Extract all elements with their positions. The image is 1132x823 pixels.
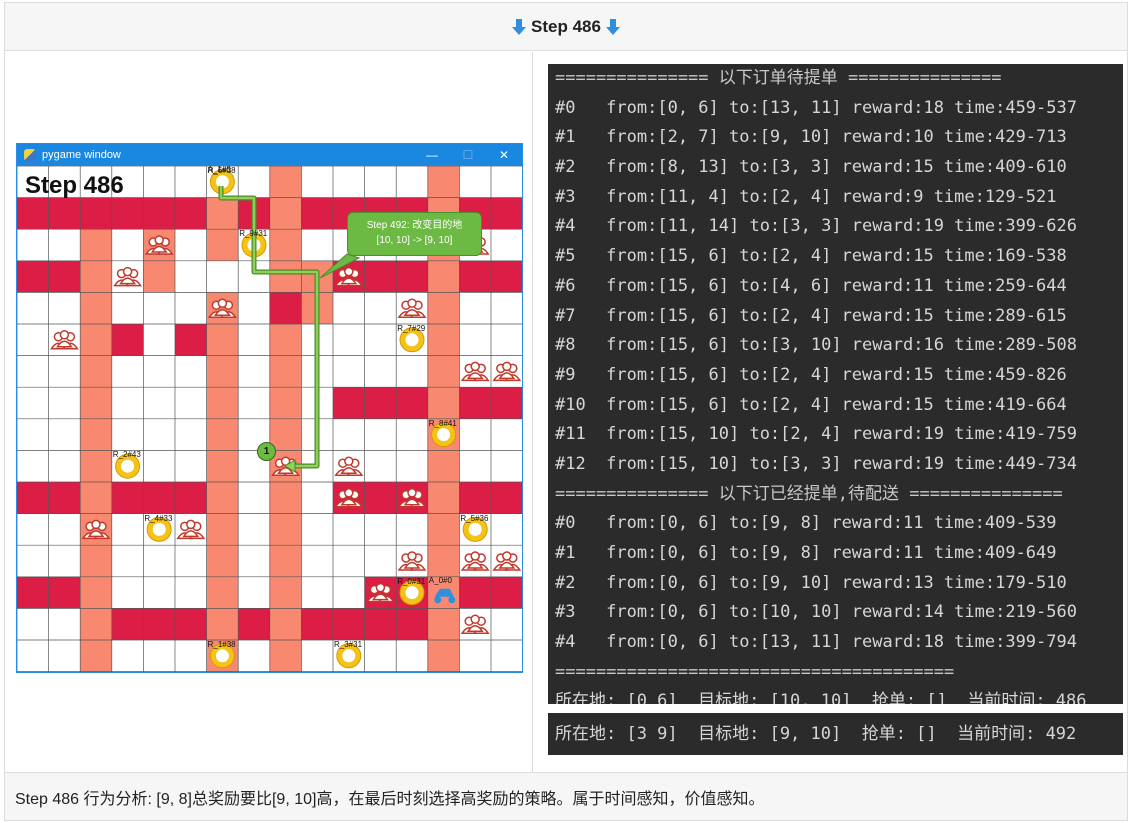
restaurant-label: R_3#31 xyxy=(334,640,363,649)
console-line: #12 from:[15, 10] to:[3, 3] reward:19 ti… xyxy=(555,453,1077,474)
console-line: #1 from:[0, 6] to:[9, 8] reward:11 time:… xyxy=(555,543,1057,563)
window-titlebar[interactable]: pygame window — ☐ ✕ xyxy=(17,144,522,166)
restaurant-label: R_0#31 xyxy=(397,576,426,586)
console-line: #6 from:[15, 6] to:[4, 6] reward:11 time… xyxy=(555,275,1067,296)
maximize-button[interactable]: ☐ xyxy=(450,148,486,162)
window-title: pygame window xyxy=(42,149,121,161)
minimize-button[interactable]: — xyxy=(414,148,450,162)
console-line: #2 from:[0, 6] to:[9, 10] reward:13 time… xyxy=(555,572,1067,593)
console-line: #7 from:[15, 6] to:[2, 4] reward:15 time… xyxy=(555,305,1067,326)
agent-label: A_0#0 xyxy=(428,575,452,585)
pygame-logo-icon xyxy=(24,149,36,161)
callout-bubble: Step 492: 改变目的地 [10, 10] -> [9, 10] xyxy=(347,212,482,256)
step-marker: 1 xyxy=(257,442,276,461)
console-line: #9 from:[15, 6] to:[2, 4] reward:15 time… xyxy=(555,364,1067,385)
console-separator: ======================================= xyxy=(555,661,955,682)
console-panel: =============== 以下订单待提单 =============== #… xyxy=(534,52,1127,772)
console-separator: =============== 以下订已经提单,待配送 ============… xyxy=(555,483,1063,504)
pygame-window[interactable]: pygame window — ☐ ✕ Step 486 Step 492: 改… xyxy=(16,143,523,673)
console-line: #0 from:[0, 6] to:[13, 11] reward:18 tim… xyxy=(555,97,1077,118)
restaurant-label: R_1#38 xyxy=(207,640,236,649)
console-line: #8 from:[15, 6] to:[3, 10] reward:16 tim… xyxy=(555,335,1077,356)
callout-line1: Step 492: 改变目的地 xyxy=(366,220,463,231)
restaurant-label: R_4#33 xyxy=(144,513,173,523)
console-line: #3 from:[11, 4] to:[2, 4] reward:9 time:… xyxy=(555,186,1057,207)
analysis-caption: Step 486 行为分析: [9, 8]总奖励要比[9, 10]高，在最后时刻… xyxy=(5,772,1127,820)
status-line-492: 所在地: [3 9] 目标地: [9, 10] 抢单: [] 当前时间: 492 xyxy=(548,713,1123,755)
grid-board: Step 486 Step 492: 改变目的地 [10, 10] -> [9,… xyxy=(17,164,522,672)
console-line: #4 from:[11, 14] to:[3, 3] reward:19 tim… xyxy=(555,216,1077,237)
restaurant-label: R_7#29 xyxy=(397,324,426,333)
simulation-panel: pygame window — ☐ ✕ Step 486 Step 492: 改… xyxy=(5,52,533,772)
console-line: #5 from:[15, 6] to:[2, 4] reward:15 time… xyxy=(555,246,1067,267)
console-line: #4 from:[0, 6] to:[13, 11] reward:18 tim… xyxy=(555,632,1077,653)
console-line: #1 from:[2, 7] to:[9, 10] reward:10 time… xyxy=(555,127,1067,148)
restaurant-label: R_2#43 xyxy=(112,450,141,460)
agent-label: A_1#6 xyxy=(207,164,231,174)
console-line: 所在地: [0 6] 目标地: [10, 10] 抢单: [] 当前时间: 48… xyxy=(555,691,1087,704)
step-header: Step 486 xyxy=(5,3,1127,51)
figure-frame: Step 486 pygame window — ☐ ✕ Step 486 St… xyxy=(4,2,1128,821)
callout-line2: [10, 10] -> [9, 10] xyxy=(376,235,453,246)
close-button[interactable]: ✕ xyxy=(486,148,522,162)
console-separator: =============== 以下订单待提单 =============== xyxy=(555,68,1002,88)
order-console: =============== 以下订单待提单 =============== #… xyxy=(548,64,1123,704)
step-header-title: Step 486 xyxy=(531,16,601,36)
console-line: #2 from:[8, 13] to:[3, 3] reward:15 time… xyxy=(555,157,1067,178)
down-arrow-icon xyxy=(605,18,620,36)
console-line: #10 from:[15, 6] to:[2, 4] reward:15 tim… xyxy=(555,394,1067,415)
console-line: #3 from:[0, 6] to:[10, 10] reward:14 tim… xyxy=(555,602,1077,623)
down-arrow-icon xyxy=(512,18,527,36)
console-line: #11 from:[15, 10] to:[2, 4] reward:19 ti… xyxy=(555,424,1077,445)
console-line: #0 from:[0, 6] to:[9, 8] reward:11 time:… xyxy=(555,513,1057,534)
restaurant-label: R_5#36 xyxy=(460,513,489,523)
restaurant-label: R_8#41 xyxy=(428,418,457,428)
restaurant-label: R_9#31 xyxy=(239,229,268,239)
